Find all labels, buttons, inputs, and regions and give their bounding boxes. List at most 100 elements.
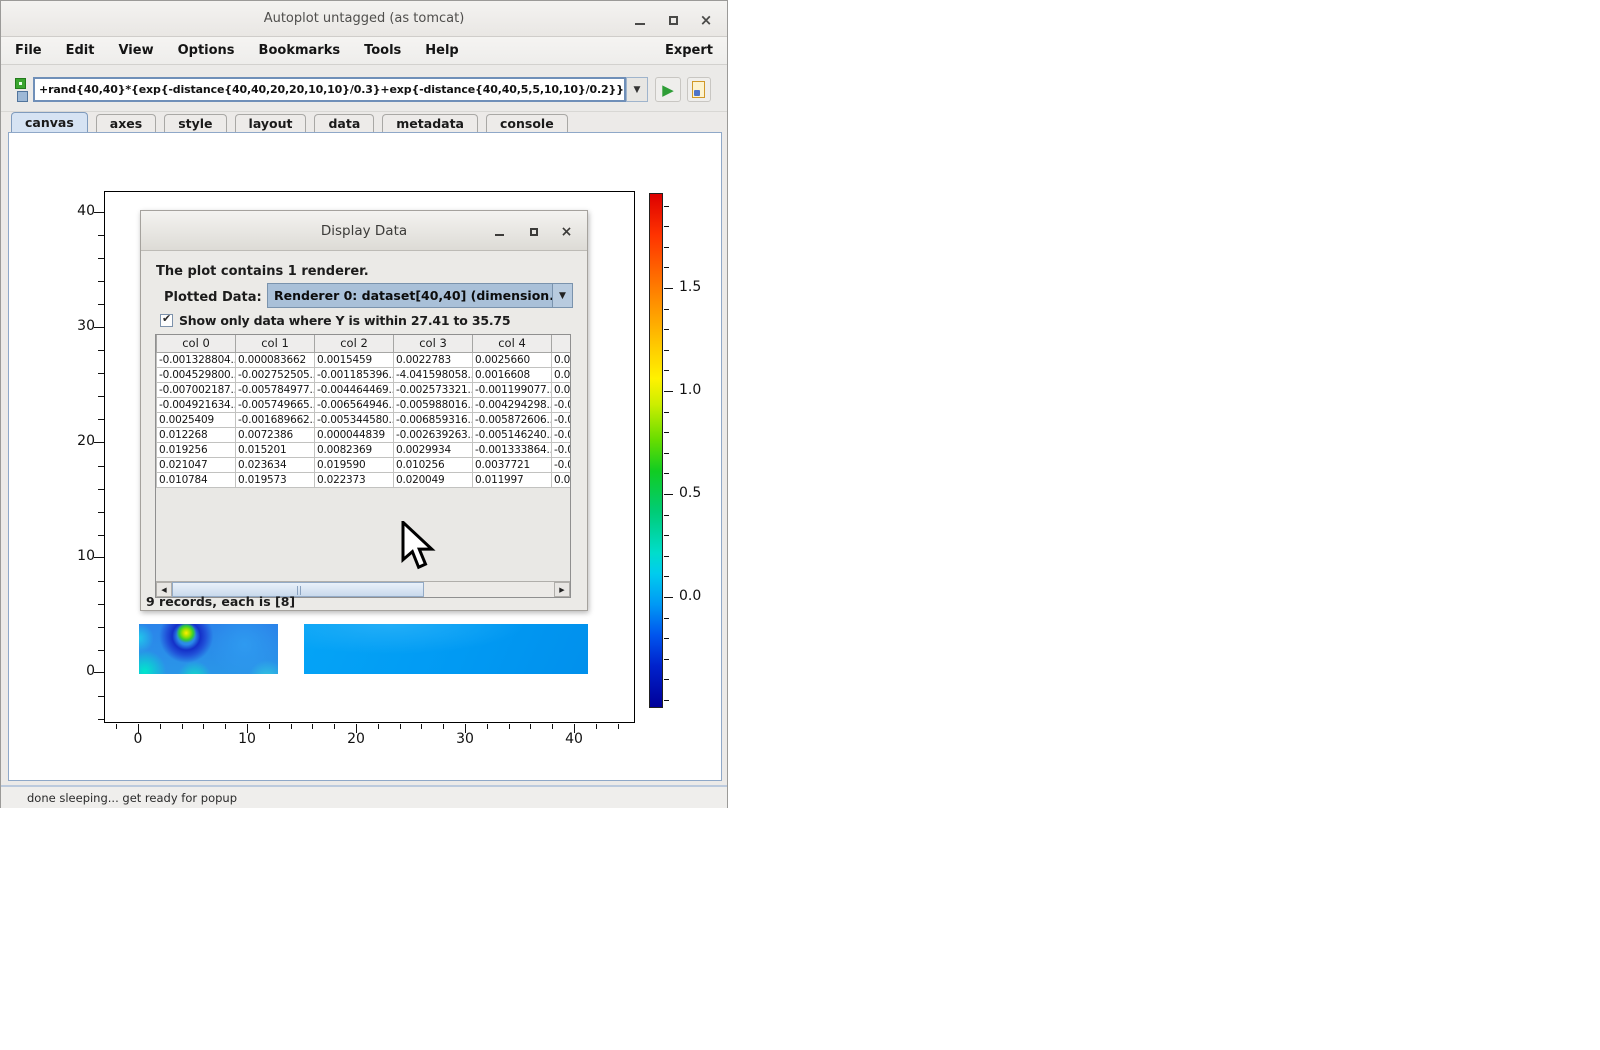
table-cell[interactable]: 0.019590 xyxy=(315,457,394,472)
tab-style[interactable]: style xyxy=(164,114,226,133)
table-row[interactable]: -0.007002187...-0.005784977...-0.0044644… xyxy=(157,382,572,397)
table-cell[interactable]: 0.00 xyxy=(552,352,572,367)
menu-bookmarks[interactable]: Bookmarks xyxy=(259,43,341,58)
table-cell[interactable]: 0.012268 xyxy=(157,427,236,442)
column-header[interactable]: col 1 xyxy=(236,335,315,352)
table-row[interactable]: 0.0107840.0195730.0223730.0200490.011997… xyxy=(157,472,572,487)
table-cell[interactable]: -0.005872606... xyxy=(473,412,552,427)
table-cell[interactable]: 0.00 xyxy=(552,382,572,397)
table-cell[interactable]: -0.001689662... xyxy=(236,412,315,427)
plot-go-button[interactable]: ▶ xyxy=(655,77,681,102)
table-cell[interactable]: 0.022373 xyxy=(315,472,394,487)
column-header[interactable]: col 4 xyxy=(473,335,552,352)
table-cell[interactable]: 0.023634 xyxy=(236,457,315,472)
menu-view[interactable]: View xyxy=(118,43,153,58)
heatmap-patch-left[interactable] xyxy=(139,624,278,674)
table-cell[interactable]: -4.041598058... xyxy=(394,367,473,382)
renderer-combobox[interactable]: Renderer 0: dataset[40,40] (dimension...… xyxy=(267,283,573,308)
table-row[interactable]: 0.0192560.0152010.00823690.0029934-0.001… xyxy=(157,442,572,457)
uri-dropdown-button[interactable]: ▼ xyxy=(626,77,648,102)
table-cell[interactable]: -0.0 xyxy=(552,442,572,457)
table-cell[interactable]: 0.015201 xyxy=(236,442,315,457)
maximize-button[interactable] xyxy=(664,11,682,29)
menu-help[interactable]: Help xyxy=(425,43,458,58)
table-cell[interactable]: -0.005344580... xyxy=(315,412,394,427)
table-cell[interactable]: -0.006564946... xyxy=(315,397,394,412)
uri-input[interactable]: +rand{40,40}*{exp{-distance{40,40,20,20,… xyxy=(33,77,626,102)
table-row[interactable]: 0.0025409-0.001689662...-0.005344580...-… xyxy=(157,412,572,427)
table-cell[interactable]: -0.005749665... xyxy=(236,397,315,412)
table-cell[interactable]: 0.019573 xyxy=(236,472,315,487)
inspect-uri-button[interactable] xyxy=(687,77,711,102)
table-cell[interactable]: -0.005146240... xyxy=(473,427,552,442)
table-cell[interactable]: -0.0 xyxy=(552,427,572,442)
table-cell[interactable]: 0.010784 xyxy=(157,472,236,487)
column-header[interactable]: col 2 xyxy=(315,335,394,352)
table-cell[interactable]: -0.005988016... xyxy=(394,397,473,412)
table-cell[interactable]: -0.002752505... xyxy=(236,367,315,382)
column-header[interactable]: col 0 xyxy=(157,335,236,352)
tab-metadata[interactable]: metadata xyxy=(382,114,478,133)
expert-toggle[interactable]: Expert xyxy=(665,43,713,58)
dialog-close-button[interactable]: × xyxy=(558,223,575,240)
table-cell[interactable]: 0.000083662 xyxy=(236,352,315,367)
table-cell[interactable]: -0.004294298... xyxy=(473,397,552,412)
tab-console[interactable]: console xyxy=(486,114,568,133)
table-cell[interactable]: 0.011997 xyxy=(473,472,552,487)
menu-tools[interactable]: Tools xyxy=(364,43,401,58)
column-header[interactable]: col 3 xyxy=(394,335,473,352)
table-cell[interactable]: -0.0 xyxy=(552,397,572,412)
dialog-maximize-button[interactable] xyxy=(525,223,542,240)
menu-edit[interactable]: Edit xyxy=(66,43,95,58)
heatmap-patch-right[interactable] xyxy=(304,624,588,674)
table-cell[interactable]: 0.0025409 xyxy=(157,412,236,427)
table-cell[interactable]: -0.001328804... xyxy=(157,352,236,367)
menu-options[interactable]: Options xyxy=(178,43,235,58)
table-cell[interactable]: -0.004529800... xyxy=(157,367,236,382)
tab-axes[interactable]: axes xyxy=(96,114,156,133)
table-cell[interactable]: 0.010256 xyxy=(394,457,473,472)
table-cell[interactable]: -0.004921634... xyxy=(157,397,236,412)
table-cell[interactable]: 0.0029934 xyxy=(394,442,473,457)
table-cell[interactable]: -0.0 xyxy=(552,412,572,427)
combobox-arrow-button[interactable]: ▼ xyxy=(552,284,572,307)
table-cell[interactable]: 0.000044839 xyxy=(315,427,394,442)
column-header[interactable] xyxy=(552,335,572,352)
table-row[interactable]: -0.001328804...0.0000836620.00154590.002… xyxy=(157,352,572,367)
table-cell[interactable]: 0.019256 xyxy=(157,442,236,457)
table-cell[interactable]: -0.004464469... xyxy=(315,382,394,397)
table-cell[interactable]: 0.00 xyxy=(552,367,572,382)
tab-data[interactable]: data xyxy=(314,114,374,133)
tab-layout[interactable]: layout xyxy=(235,114,307,133)
dialog-minimize-button[interactable] xyxy=(491,223,508,240)
table-cell[interactable]: -0.002639263... xyxy=(394,427,473,442)
table-cell[interactable]: 0.0072386 xyxy=(236,427,315,442)
table-cell[interactable]: -0.005784977... xyxy=(236,382,315,397)
menu-file[interactable]: File xyxy=(15,43,42,58)
table-cell[interactable]: -0.002573321... xyxy=(394,382,473,397)
table-cell[interactable]: 0.0082369 xyxy=(315,442,394,457)
table-cell[interactable]: 0.00 xyxy=(552,472,572,487)
table-row[interactable]: 0.0210470.0236340.0195900.0102560.003772… xyxy=(157,457,572,472)
table-row[interactable]: -0.004529800...-0.002752505...-0.0011853… xyxy=(157,367,572,382)
table-row[interactable]: 0.0122680.00723860.000044839-0.002639263… xyxy=(157,427,572,442)
table-cell[interactable]: 0.020049 xyxy=(394,472,473,487)
table-cell[interactable]: -0.001333864... xyxy=(473,442,552,457)
colorbar[interactable] xyxy=(649,193,663,708)
table-cell[interactable]: 0.0022783 xyxy=(394,352,473,367)
table-cell[interactable]: 0.021047 xyxy=(157,457,236,472)
table-row[interactable]: -0.004921634...-0.005749665...-0.0065649… xyxy=(157,397,572,412)
minimize-button[interactable] xyxy=(631,11,649,29)
table-cell[interactable]: -0.001199077... xyxy=(473,382,552,397)
tab-canvas[interactable]: canvas xyxy=(11,112,88,133)
table-cell[interactable]: 0.0016608 xyxy=(473,367,552,382)
table-cell[interactable]: -0.001185396... xyxy=(315,367,394,382)
table-cell[interactable]: 0.0015459 xyxy=(315,352,394,367)
table-cell[interactable]: -0.006859316... xyxy=(394,412,473,427)
table-cell[interactable]: 0.0037721 xyxy=(473,457,552,472)
filter-checkbox[interactable]: ✔ xyxy=(160,314,173,327)
table-cell[interactable]: 0.0025660 xyxy=(473,352,552,367)
dialog-titlebar[interactable]: Display Data × xyxy=(141,211,587,251)
table-cell[interactable]: -0.0 xyxy=(552,457,572,472)
scroll-right-button[interactable]: ▶ xyxy=(554,582,570,597)
